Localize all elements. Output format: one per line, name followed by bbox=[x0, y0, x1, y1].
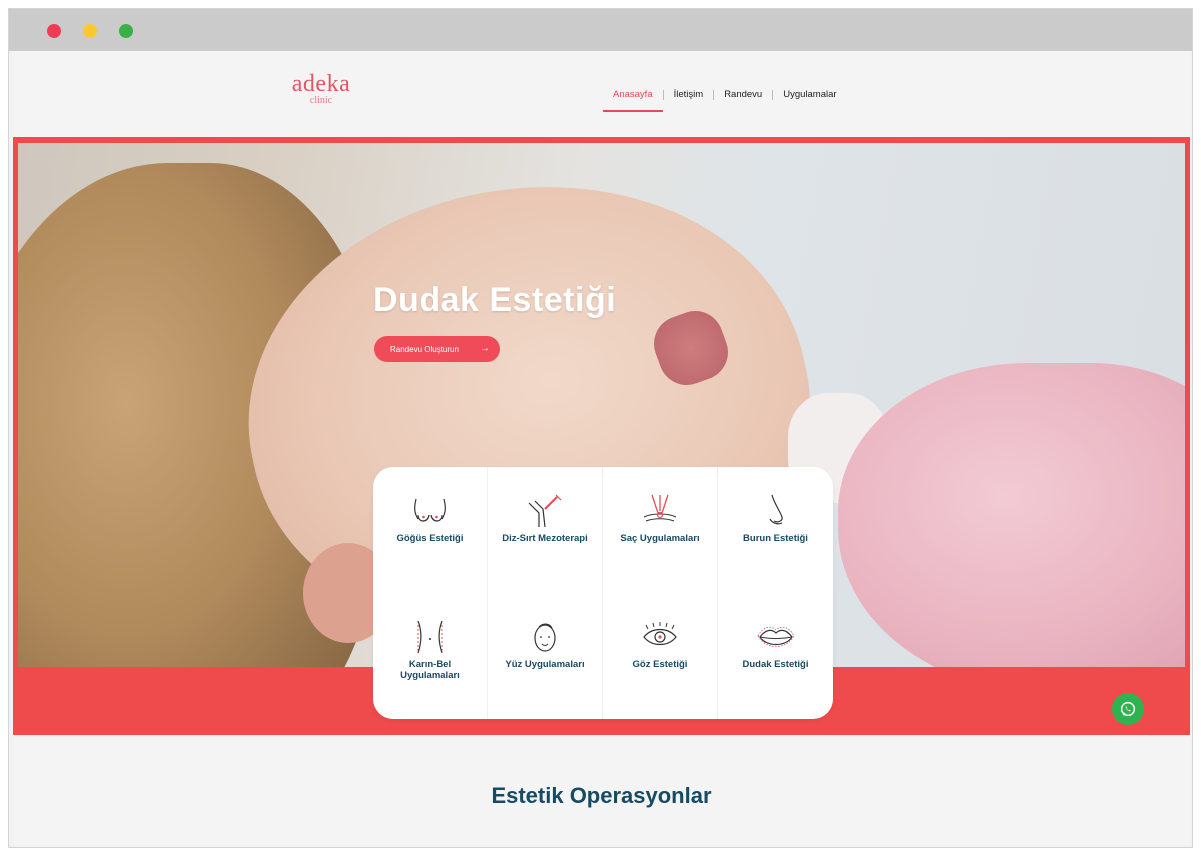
service-card-dudak[interactable]: Dudak Estetiği bbox=[718, 593, 833, 719]
service-label: Burun Estetiği bbox=[743, 533, 808, 544]
section-title: Estetik Operasyonlar bbox=[491, 783, 712, 808]
chest-icon bbox=[414, 498, 446, 522]
service-label: Göz Estetiği bbox=[632, 659, 688, 670]
minimize-window-button[interactable] bbox=[83, 24, 97, 38]
service-label: Saç Uygulamaları bbox=[620, 533, 700, 544]
service-label: Göğüs Estetiği bbox=[396, 533, 464, 544]
hero-title: Dudak Estetiği bbox=[373, 281, 617, 319]
service-label: Karın-Bel Uygulamaları bbox=[400, 659, 460, 681]
waist-icon bbox=[417, 620, 443, 654]
service-label: Dudak Estetiği bbox=[742, 659, 809, 670]
service-card-karin-bel[interactable]: Karın-Bel Uygulamaları bbox=[373, 593, 488, 719]
nav-item-randevu[interactable]: Randevu bbox=[714, 87, 772, 113]
nav-item-iletisim[interactable]: İletişim bbox=[664, 87, 714, 113]
logo-subtitle: clinic bbox=[309, 95, 333, 106]
lips-icon bbox=[757, 626, 794, 647]
whatsapp-icon bbox=[1120, 701, 1136, 717]
logo-wordmark: adeka bbox=[291, 71, 351, 97]
face-icon bbox=[534, 623, 556, 652]
knee-injection-icon bbox=[528, 494, 562, 528]
browser-window: adeka clinic Anasayfa İletişim Randevu U… bbox=[8, 8, 1193, 848]
nose-icon bbox=[768, 494, 783, 525]
service-label: Diz-Sırt Mezoterapi bbox=[502, 533, 588, 544]
appointment-button[interactable]: Randevu Oluşturun → bbox=[374, 336, 500, 362]
whatsapp-button[interactable] bbox=[1112, 693, 1144, 725]
service-card-goz[interactable]: Göz Estetiği bbox=[603, 593, 718, 719]
maximize-window-button[interactable] bbox=[119, 24, 133, 38]
close-window-button[interactable] bbox=[47, 24, 61, 38]
service-card-sac[interactable]: Saç Uygulamaları bbox=[603, 467, 718, 593]
web-page: adeka clinic Anasayfa İletişim Randevu U… bbox=[13, 51, 1190, 845]
service-card-burun[interactable]: Burun Estetiği bbox=[718, 467, 833, 593]
eye-icon bbox=[643, 622, 677, 646]
hero-photo-glove bbox=[838, 363, 1185, 667]
hair-treatment-icon bbox=[643, 494, 677, 522]
nav-item-uygulamalar[interactable]: Uygulamalar bbox=[773, 87, 846, 113]
arrow-right-icon: → bbox=[480, 343, 490, 354]
service-card-diz-sirt[interactable]: Diz-Sırt Mezoterapi bbox=[488, 467, 603, 593]
main-nav: Anasayfa İletişim Randevu Uygulamalar bbox=[603, 87, 847, 113]
nav-item-anasayfa[interactable]: Anasayfa bbox=[603, 87, 663, 113]
appointment-button-label: Randevu Oluşturun bbox=[390, 344, 459, 354]
site-header: adeka clinic Anasayfa İletişim Randevu U… bbox=[13, 51, 1190, 137]
service-card-gogus[interactable]: Göğüs Estetiği bbox=[373, 467, 488, 593]
services-panel: Göğüs Estetiği Diz-Sırt Mezoterapi Saç U… bbox=[373, 467, 833, 719]
site-logo[interactable]: adeka clinic bbox=[271, 71, 371, 107]
window-titlebar bbox=[9, 9, 1192, 51]
service-label: Yüz Uygulamaları bbox=[505, 659, 585, 670]
service-card-yuz[interactable]: Yüz Uygulamaları bbox=[488, 593, 603, 719]
